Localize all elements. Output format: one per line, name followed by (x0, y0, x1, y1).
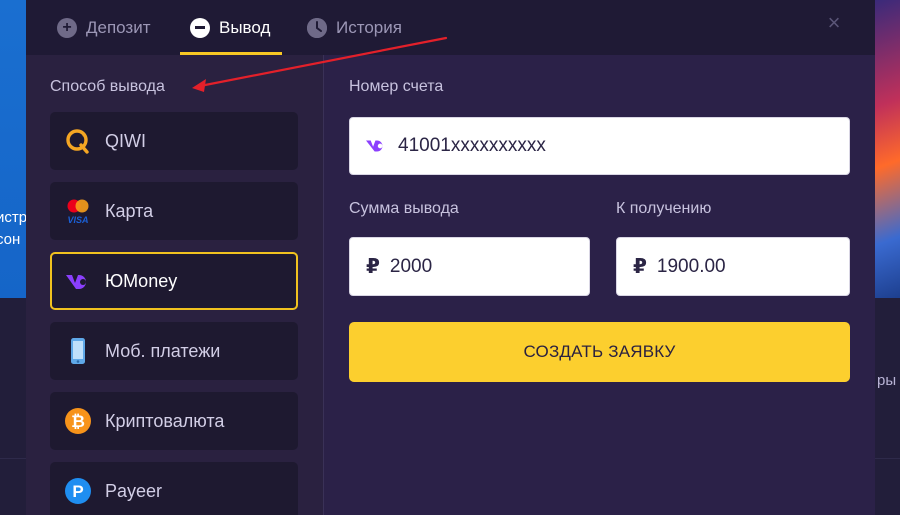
tab-label: Вывод (219, 17, 271, 37)
amount-label: Сумма вывода (349, 200, 459, 217)
methods-section-label: Способ вывода (50, 78, 165, 95)
create-request-button[interactable]: СОЗДАТЬ ЗАЯВКУ (349, 322, 850, 382)
receive-label: К получению (616, 200, 712, 217)
bitcoin-icon: ₿ (64, 407, 92, 435)
tab-deposit[interactable]: + Депозит (57, 0, 151, 55)
account-number-label: Номер счета (349, 78, 444, 95)
background-left-panel: истр сон (0, 0, 28, 515)
card-icon: VISA (64, 197, 92, 225)
close-icon[interactable]: × (825, 12, 843, 34)
qiwi-icon (64, 127, 92, 155)
svg-text:₿: ₿ (71, 412, 85, 431)
tab-label: История (336, 17, 402, 37)
phone-icon (64, 337, 92, 365)
method-label: QIWI (105, 130, 146, 151)
background-divider (0, 458, 26, 459)
receive-value: 1900.00 (656, 255, 726, 277)
background-divider (875, 458, 900, 459)
tab-history[interactable]: История (307, 0, 402, 55)
ruble-icon: ₽ (366, 256, 380, 278)
method-card[interactable]: VISA Карта (50, 182, 298, 240)
background-text: ры (877, 372, 897, 389)
ruble-icon: ₽ (633, 256, 647, 278)
clock-icon (307, 17, 327, 38)
receive-field: ₽ 1900.00 (616, 237, 850, 296)
amount-value: 2000 (389, 255, 433, 277)
method-label: Payeer (105, 480, 163, 501)
background-banner (0, 0, 26, 298)
tab-label: Депозит (86, 17, 151, 37)
method-mobile[interactable]: Моб. платежи (50, 322, 298, 380)
minus-circle-icon (190, 17, 210, 38)
amount-input[interactable]: ₽ 2000 (349, 237, 590, 296)
withdraw-modal: + Депозит Вывод История × Способ вывода (26, 0, 875, 515)
method-label: Моб. платежи (105, 340, 221, 361)
method-yoomoney[interactable]: ЮMoney (50, 252, 298, 310)
method-label: ЮMoney (105, 270, 178, 291)
background-text: сон (0, 231, 21, 248)
account-number-value: 41001xxxxxxxxxx (398, 135, 546, 156)
background-game-art (875, 0, 900, 298)
method-label: Криптовалюта (105, 410, 225, 431)
modal-tab-bar: + Депозит Вывод История × (26, 0, 875, 55)
payeer-icon: P (64, 477, 92, 505)
plus-circle-icon: + (57, 17, 77, 38)
method-crypto[interactable]: ₿ Криптовалюта (50, 392, 298, 450)
method-payeer[interactable]: P Payeer (50, 462, 298, 515)
method-label: Карта (105, 200, 154, 221)
svg-text:P: P (72, 482, 83, 501)
account-number-input[interactable]: 41001xxxxxxxxxx (349, 117, 850, 175)
tab-withdraw[interactable]: Вывод (180, 0, 283, 55)
svg-text:VISA: VISA (67, 215, 88, 225)
background-text: истр (0, 209, 28, 226)
background-right-panel: ры (875, 0, 900, 515)
yoomoney-icon (64, 267, 92, 295)
panel-divider (323, 55, 324, 515)
method-qiwi[interactable]: QIWI (50, 112, 298, 170)
yoomoney-icon (366, 137, 388, 155)
